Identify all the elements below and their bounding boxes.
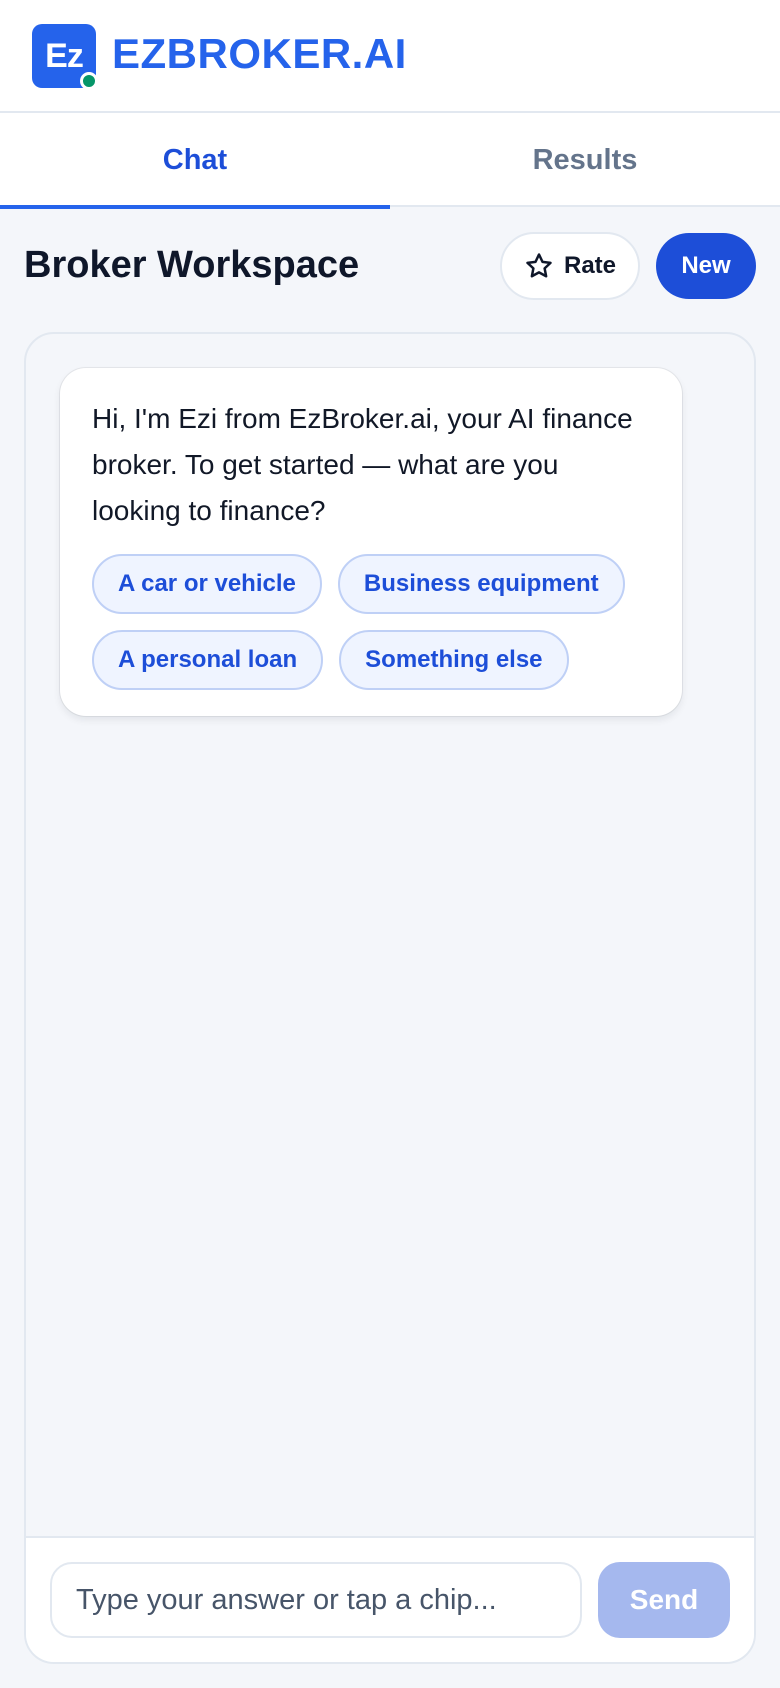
chip-something-else[interactable]: Something else: [339, 630, 569, 690]
rate-button-label: Rate: [563, 252, 617, 279]
chip-car-vehicle[interactable]: A car or vehicle: [92, 554, 322, 614]
chip-business-equipment[interactable]: Business equipment: [337, 554, 625, 614]
star-icon: [526, 253, 552, 278]
assistant-message: Hi, I'm Ezi from EzBroker.ai, your AI fi…: [60, 368, 682, 716]
new-chat-button[interactable]: New: [656, 233, 756, 299]
tab-chat[interactable]: Chat: [0, 113, 390, 209]
composer-bar: Send: [26, 1536, 754, 1662]
message-input[interactable]: [50, 1562, 582, 1638]
quick-reply-chips: A car or vehicle Business equipment A pe…: [92, 554, 652, 690]
rate-button[interactable]: Rate: [500, 232, 640, 300]
send-button[interactable]: Send: [598, 1562, 730, 1638]
online-dot-icon: [80, 72, 98, 90]
message-text: Hi, I'm Ezi from EzBroker.ai, your AI fi…: [92, 403, 633, 526]
chip-personal-loan[interactable]: A personal loan: [92, 630, 324, 690]
app-header: Ez EZBROKER.AI: [0, 0, 780, 113]
page-title: Broker Workspace: [24, 244, 360, 286]
logo[interactable]: Ez: [32, 24, 98, 90]
logo-text: Ez: [45, 36, 84, 75]
tab-bar: Chat Results: [0, 113, 780, 209]
brand-name[interactable]: EZBROKER.AI: [112, 30, 407, 78]
chat-panel: Hi, I'm Ezi from EzBroker.ai, your AI fi…: [24, 332, 756, 1664]
tab-results[interactable]: Results: [390, 113, 780, 207]
